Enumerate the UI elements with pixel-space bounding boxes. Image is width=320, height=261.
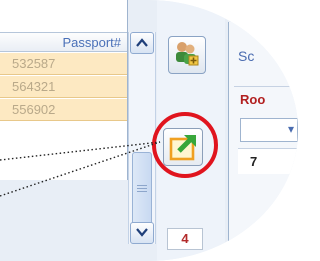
- callout-lines: [0, 141, 161, 197]
